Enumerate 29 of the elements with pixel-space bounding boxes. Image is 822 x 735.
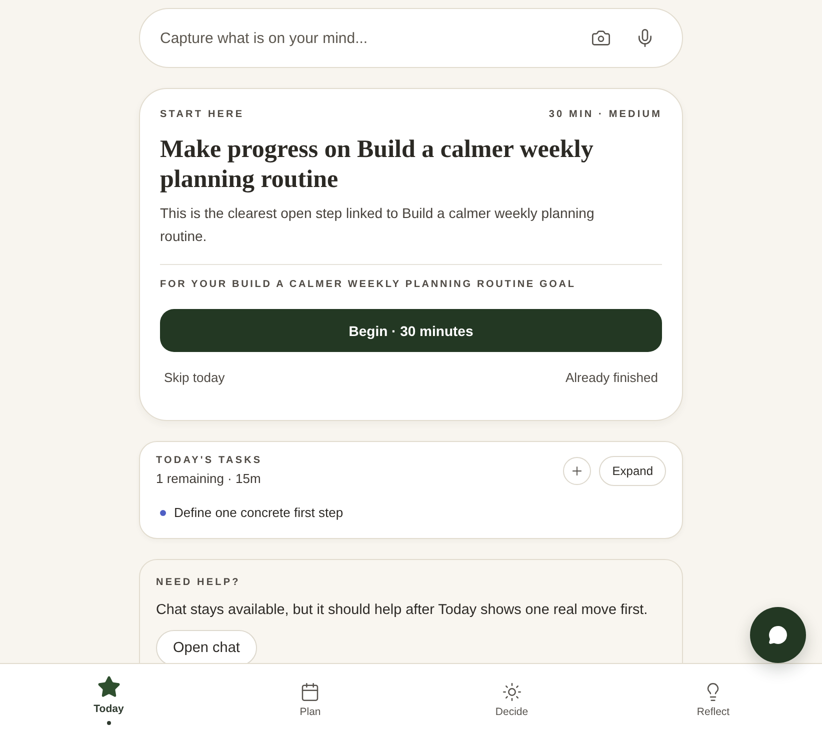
- capture-field[interactable]: Capture what is on your mind...: [139, 8, 683, 68]
- expand-button[interactable]: Expand: [599, 456, 666, 486]
- camera-button[interactable]: [591, 28, 611, 48]
- nav-tab[interactable]: Reflect: [686, 664, 740, 735]
- card-description: This is the clearest open step linked to Build a calmer weekly planning routine.: [160, 204, 596, 246]
- nav-tab[interactable]: Today: [84, 664, 134, 735]
- help-heading: NEED HELP?: [156, 576, 240, 590]
- duration-meta: 30 MIN · MEDIUM: [548, 108, 662, 122]
- active-dot-icon: [106, 720, 111, 724]
- plus-icon: [570, 464, 584, 478]
- star-icon: [96, 674, 121, 698]
- open-chat-button[interactable]: Open chat: [156, 630, 257, 663]
- help-text: Chat stays available, but it should help after Today shows one real move first.: [156, 601, 648, 620]
- card-eyebrow: START HERE: [160, 108, 244, 122]
- tasks-summary: 1 remaining · 15m: [156, 470, 262, 487]
- nav-tab[interactable]: Plan: [290, 664, 331, 735]
- tasks-heading: TODAY'S TASKS: [156, 454, 262, 468]
- calendar-icon: [300, 682, 320, 702]
- sun-icon: [502, 682, 522, 702]
- goal-label: FOR YOUR BUILD A CALMER WEEKLY PLANNING ROUTINE GOAL: [160, 278, 576, 292]
- task-label[interactable]: Define one concrete first step: [174, 504, 344, 522]
- chat-bubble-icon: [768, 625, 788, 645]
- begin-button[interactable]: Begin · 30 minutes: [160, 309, 662, 352]
- card-title: Make progress on Build a calmer weekly planning routine: [160, 135, 594, 195]
- nav-tab[interactable]: Decide: [485, 664, 538, 735]
- action-link[interactable]: Already finished: [566, 369, 658, 387]
- add-button[interactable]: [563, 456, 592, 484]
- action-link[interactable]: Skip today: [164, 369, 225, 387]
- camera-icon: [591, 28, 611, 48]
